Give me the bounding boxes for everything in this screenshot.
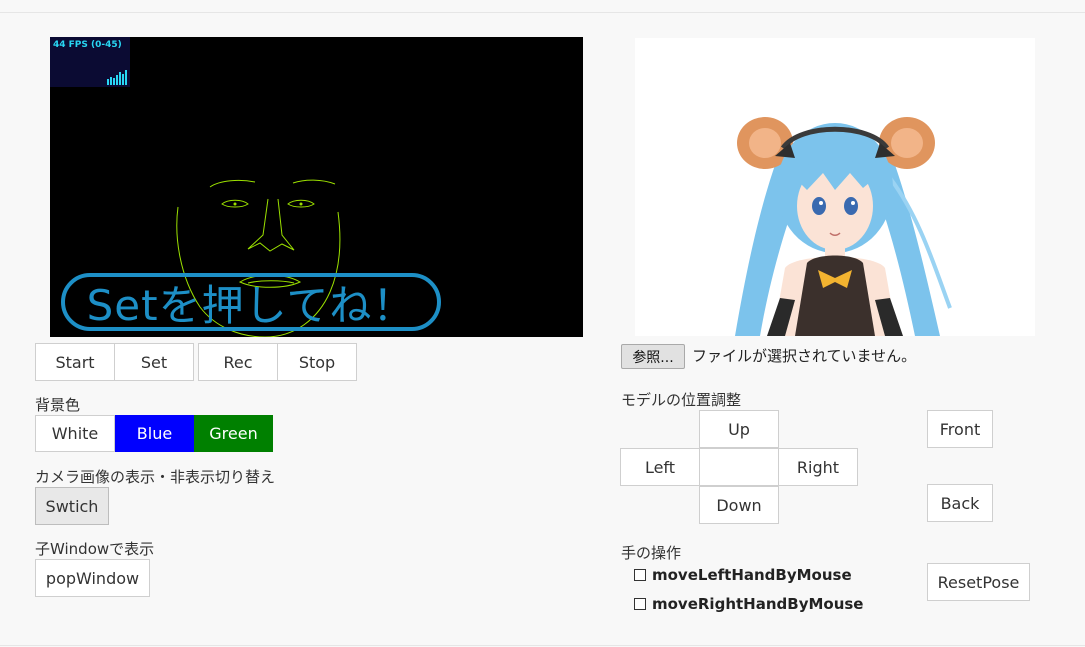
file-status-text: ファイルが選択されていません。: [692, 345, 916, 366]
bg-green-button[interactable]: Green: [194, 415, 273, 452]
move-right-hand-checkbox[interactable]: [634, 598, 646, 610]
move-left-hand-label: moveLeftHandByMouse: [652, 566, 852, 584]
fps-graph: [50, 37, 130, 87]
move-back-button[interactable]: Back: [927, 484, 993, 522]
start-button[interactable]: Start: [35, 343, 115, 381]
switch-camera-button[interactable]: Swtich: [35, 487, 109, 525]
move-left-button[interactable]: Left: [620, 448, 700, 486]
stop-button[interactable]: Stop: [277, 343, 357, 381]
background-color-label: 背景色: [35, 394, 80, 415]
hand-controls-label: 手の操作: [621, 542, 681, 563]
bottom-divider: [0, 645, 1085, 646]
move-up-button[interactable]: Up: [699, 410, 779, 448]
set-prompt-text: Setを押してね！: [65, 277, 437, 327]
model-position-label: モデルの位置調整: [621, 389, 741, 410]
bg-white-button[interactable]: White: [35, 415, 115, 452]
position-center-blank: [699, 448, 779, 486]
move-right-button[interactable]: Right: [778, 448, 858, 486]
model-preview: [635, 38, 1035, 336]
camera-view: 44 FPS (0-45) Setを押してね！: [50, 37, 583, 337]
set-prompt-banner: Setを押してね！: [61, 273, 441, 331]
set-button[interactable]: Set: [114, 343, 194, 381]
move-right-hand-option[interactable]: moveRightHandByMouse: [634, 595, 863, 613]
browse-file-button[interactable]: 参照...: [621, 344, 685, 369]
child-window-label: 子Windowで表示: [35, 538, 154, 559]
fps-meter: 44 FPS (0-45): [50, 37, 130, 87]
move-left-hand-option[interactable]: moveLeftHandByMouse: [634, 566, 852, 584]
move-down-button[interactable]: Down: [699, 486, 779, 524]
avatar-model-image: [635, 38, 1035, 336]
move-front-button[interactable]: Front: [927, 410, 993, 448]
camera-toggle-label: カメラ画像の表示・非表示切り替え: [35, 466, 275, 487]
move-left-hand-checkbox[interactable]: [634, 569, 646, 581]
pop-window-button[interactable]: popWindow: [35, 559, 150, 597]
bg-blue-button[interactable]: Blue: [115, 415, 194, 452]
rec-button[interactable]: Rec: [198, 343, 278, 381]
top-divider: [0, 12, 1085, 13]
move-right-hand-label: moveRightHandByMouse: [652, 595, 863, 613]
reset-pose-button[interactable]: ResetPose: [927, 563, 1030, 601]
